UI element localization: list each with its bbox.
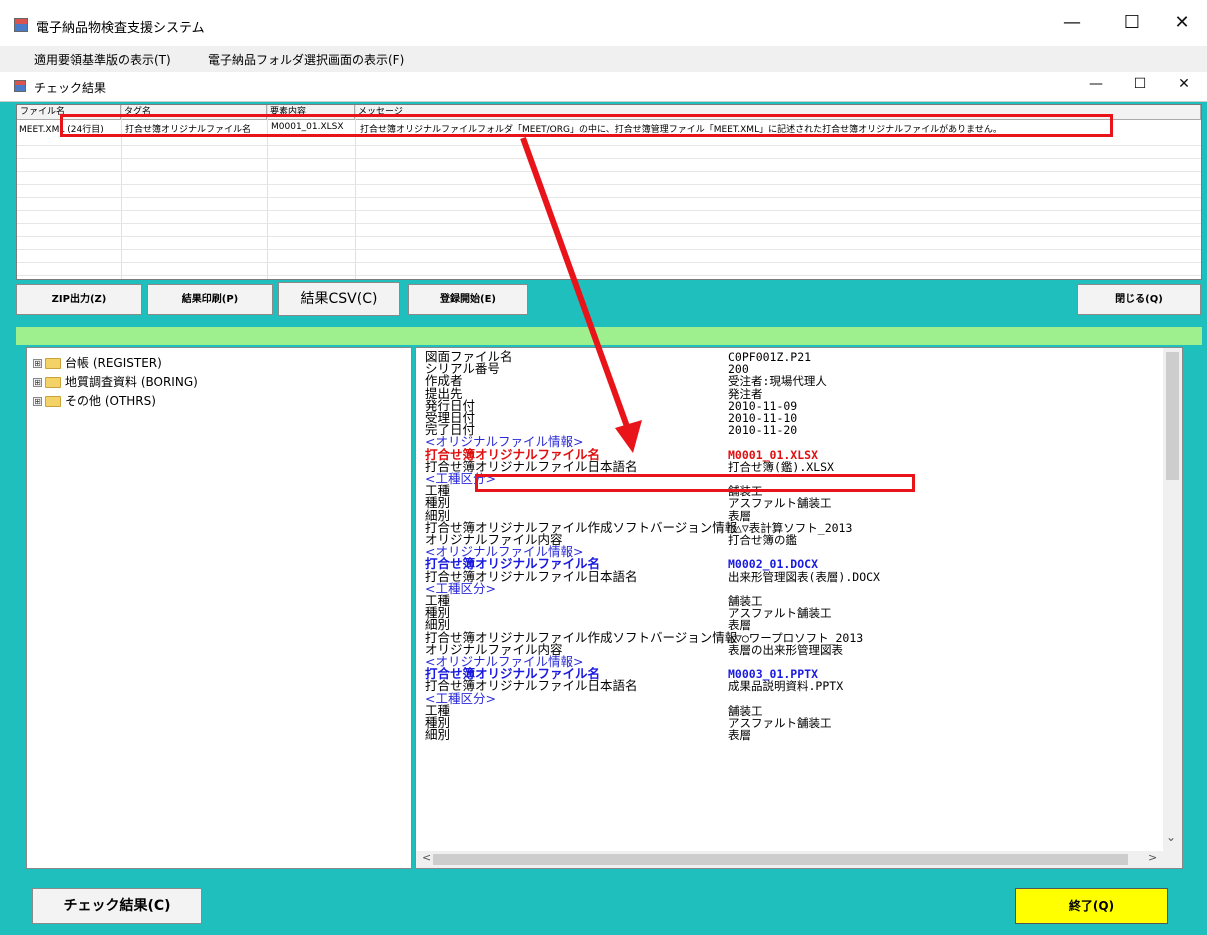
check-results-button[interactable]: チェック結果(C): [32, 888, 202, 924]
exit-button[interactable]: 終了(Q): [1015, 888, 1168, 924]
arrow-head: [615, 420, 642, 453]
arrow-shaft: [520, 136, 632, 434]
annotation-arrow: [520, 136, 642, 453]
